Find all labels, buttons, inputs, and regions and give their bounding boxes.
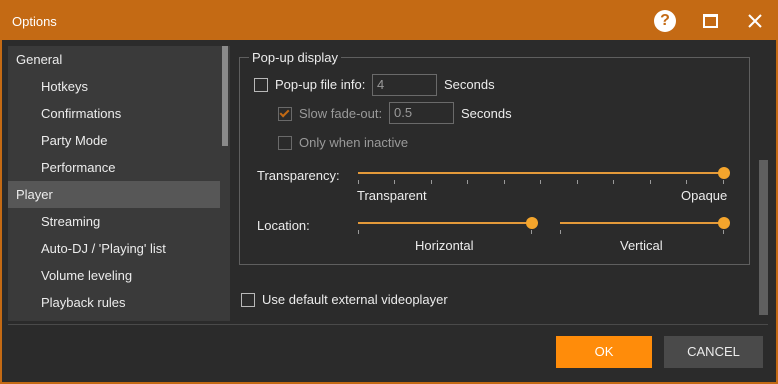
window-title: Options bbox=[12, 14, 57, 29]
transparency-label: Transparency: bbox=[257, 168, 340, 183]
title-bar: Options ? bbox=[2, 2, 776, 40]
fadeout-seconds-input[interactable]: 0.5 bbox=[389, 102, 454, 124]
fadeout-seconds-unit: Seconds bbox=[461, 106, 512, 121]
tree-item-performance[interactable]: Performance bbox=[8, 154, 220, 181]
close-button[interactable] bbox=[740, 6, 770, 36]
popup-seconds-input[interactable]: 4 bbox=[372, 74, 437, 96]
horizontal-label: Horizontal bbox=[415, 238, 474, 253]
checkmark-icon bbox=[279, 107, 290, 118]
default-videoplayer-checkbox[interactable] bbox=[241, 293, 255, 307]
vertical-slider-thumb[interactable] bbox=[718, 217, 730, 229]
transparency-max-label: Opaque bbox=[681, 188, 728, 203]
footer-divider bbox=[8, 324, 768, 325]
horizontal-slider-thumb[interactable] bbox=[526, 217, 538, 229]
tree-item-player[interactable]: Player bbox=[8, 181, 220, 208]
popup-display-title: Pop-up display bbox=[249, 50, 341, 65]
popup-file-info-checkbox[interactable] bbox=[254, 78, 268, 92]
slider-tick bbox=[613, 180, 614, 184]
slider-tick bbox=[560, 230, 561, 234]
location-label: Location: bbox=[257, 218, 310, 233]
slider-tick bbox=[531, 230, 532, 234]
transparency-min-label: Transparent bbox=[357, 188, 427, 203]
tree-item-party-mode[interactable]: Party Mode bbox=[8, 127, 220, 154]
default-videoplayer-label: Use default external videoplayer bbox=[262, 292, 448, 307]
only-when-inactive-checkbox[interactable] bbox=[278, 136, 292, 150]
slider-tick bbox=[650, 180, 651, 184]
slow-fadeout-label: Slow fade-out: bbox=[299, 106, 383, 121]
close-icon bbox=[748, 14, 762, 28]
slider-tick bbox=[540, 180, 541, 184]
maximize-icon bbox=[703, 14, 718, 28]
slider-tick bbox=[431, 180, 432, 184]
vertical-label: Vertical bbox=[620, 238, 663, 253]
options-panel-scrollbar[interactable] bbox=[759, 160, 768, 315]
popup-file-info-label: Pop-up file info: bbox=[275, 77, 366, 92]
ok-button[interactable]: OK bbox=[556, 336, 652, 368]
vertical-slider-track[interactable] bbox=[560, 222, 724, 224]
popup-seconds-unit: Seconds bbox=[444, 77, 495, 92]
slider-tick bbox=[358, 180, 359, 184]
tree-item-hotkeys[interactable]: Hotkeys bbox=[8, 73, 220, 100]
slider-tick bbox=[723, 230, 724, 234]
tree-item-general[interactable]: General bbox=[8, 46, 220, 73]
horizontal-slider-track[interactable] bbox=[358, 222, 532, 224]
tree-item-auto-dj[interactable]: Auto-DJ / 'Playing' list bbox=[8, 235, 220, 262]
slider-tick bbox=[394, 180, 395, 184]
tree-item-streaming[interactable]: Streaming bbox=[8, 208, 220, 235]
slider-tick bbox=[504, 180, 505, 184]
slider-tick bbox=[358, 230, 359, 234]
transparency-slider-track[interactable] bbox=[358, 172, 724, 174]
slow-fadeout-checkbox[interactable] bbox=[278, 107, 292, 121]
cancel-button[interactable]: CANCEL bbox=[664, 336, 763, 368]
only-when-inactive-label: Only when inactive bbox=[299, 135, 409, 150]
tree-scrollbar[interactable] bbox=[220, 46, 230, 321]
help-icon: ? bbox=[654, 10, 676, 32]
slider-tick bbox=[723, 180, 724, 184]
slider-tick bbox=[467, 180, 468, 184]
slider-tick bbox=[686, 180, 687, 184]
transparency-slider-thumb[interactable] bbox=[718, 167, 730, 179]
tree-item-playback-rules[interactable]: Playback rules bbox=[8, 289, 220, 316]
tree-item-confirmations[interactable]: Confirmations bbox=[8, 100, 220, 127]
help-button[interactable]: ? bbox=[650, 6, 680, 36]
options-tree: General Hotkeys Confirmations Party Mode… bbox=[8, 46, 230, 321]
slider-tick bbox=[577, 180, 578, 184]
tree-scrollbar-thumb[interactable] bbox=[222, 46, 228, 146]
maximize-button[interactable] bbox=[695, 6, 725, 36]
tree-item-volume-leveling[interactable]: Volume leveling bbox=[8, 262, 220, 289]
